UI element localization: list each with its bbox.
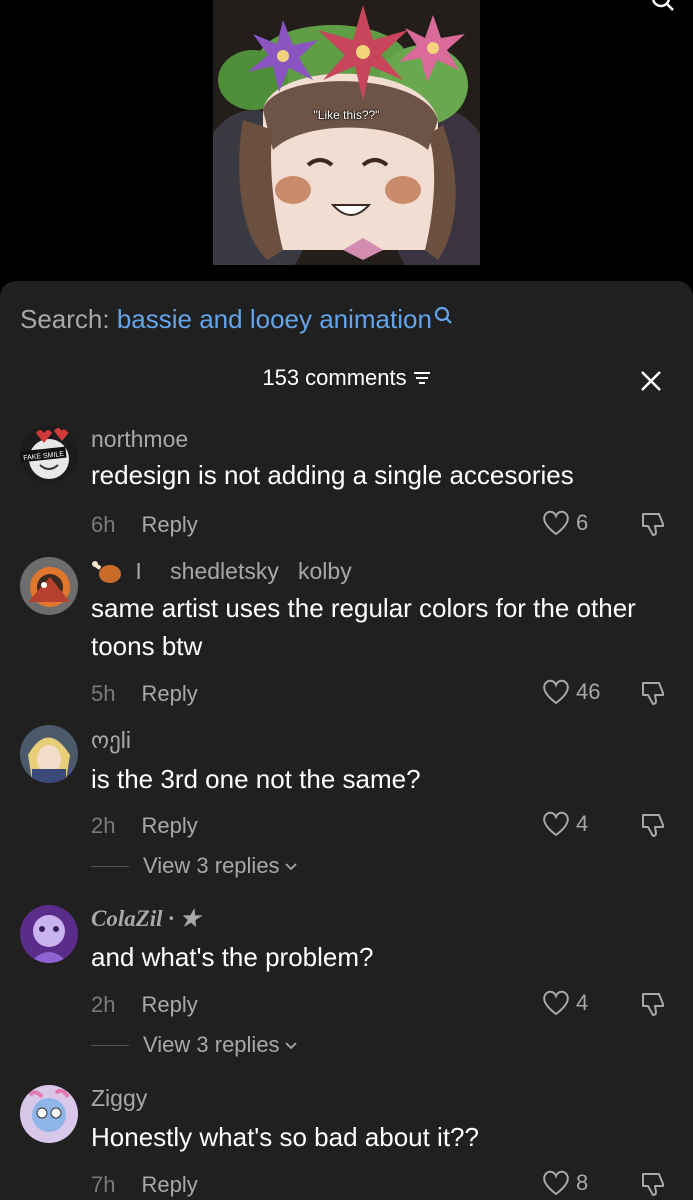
dislike-icon[interactable] xyxy=(640,511,666,537)
username-prefix: I xyxy=(135,558,142,584)
like-count: 6 xyxy=(576,510,589,535)
reply-button[interactable]: Reply xyxy=(141,992,197,1017)
dislike-icon[interactable] xyxy=(640,1171,666,1197)
comments-header: 153 comments xyxy=(0,365,693,391)
close-icon[interactable] xyxy=(639,369,663,393)
divider-line xyxy=(91,1044,129,1046)
comment-text: and what's the problem? xyxy=(91,942,374,972)
like-count: 8 xyxy=(576,1170,589,1195)
chevron-down-icon xyxy=(284,1042,297,1050)
like-count: 46 xyxy=(576,679,601,704)
search-suggestion[interactable]: Search: bassie and looey animation xyxy=(20,304,454,335)
like-count: 4 xyxy=(576,811,589,836)
heart-icon xyxy=(543,811,569,837)
avatar[interactable]: FAKE SMILE xyxy=(20,425,78,483)
comment-time: 5h xyxy=(91,681,116,706)
comment-username[interactable]: I shedletsky kolby xyxy=(91,558,352,586)
comment-text: redesign is not adding a single accesori… xyxy=(91,460,574,490)
avatar[interactable] xyxy=(20,725,78,783)
reply-button[interactable]: Reply xyxy=(141,512,197,537)
like-count: 4 xyxy=(576,990,589,1015)
view-replies-label: View 3 replies xyxy=(143,1032,280,1057)
search-term-link[interactable]: bassie and looey animation xyxy=(117,304,432,334)
video-caption: "Like this??" xyxy=(313,108,380,122)
heart-icon xyxy=(543,1170,569,1196)
like-button[interactable]: 6 xyxy=(542,510,588,536)
divider-line xyxy=(91,865,129,867)
chevron-down-icon xyxy=(284,863,297,871)
comments-count: 153 comments xyxy=(262,365,407,390)
comment-username[interactable]: Ziggy xyxy=(91,1085,147,1112)
reply-button[interactable]: Reply xyxy=(141,681,197,706)
avatar[interactable] xyxy=(20,1085,78,1143)
comment-time: 7h xyxy=(91,1172,116,1197)
heart-icon xyxy=(543,990,569,1016)
dislike-icon[interactable] xyxy=(640,812,666,838)
dislike-icon[interactable] xyxy=(640,991,666,1017)
view-replies-label: View 3 replies xyxy=(143,853,280,878)
comment-username[interactable]: northmoe xyxy=(91,426,188,453)
like-button[interactable]: 4 xyxy=(542,990,588,1016)
comment-time: 2h xyxy=(91,992,116,1017)
search-label: Search: xyxy=(20,304,110,334)
reply-button[interactable]: Reply xyxy=(141,1172,197,1197)
sort-icon[interactable] xyxy=(413,371,431,385)
view-replies-button[interactable]: View 3 replies xyxy=(91,853,298,879)
avatar[interactable] xyxy=(20,905,78,963)
search-icon xyxy=(434,306,452,324)
drumstick-icon xyxy=(92,560,121,583)
comment-username[interactable]: ოეli xyxy=(91,727,131,754)
like-button[interactable]: 4 xyxy=(542,811,588,837)
reply-button[interactable]: Reply xyxy=(141,813,197,838)
comment-text: Honestly what's so bad about it?? xyxy=(91,1122,479,1152)
comment-username[interactable]: ColaZil · ★ xyxy=(91,906,200,932)
video-area[interactable]: "Like this??" xyxy=(0,0,693,300)
avatar[interactable] xyxy=(20,557,78,615)
dislike-icon[interactable] xyxy=(640,680,666,706)
comment-text: is the 3rd one not the same? xyxy=(91,764,421,794)
search-icon-top[interactable] xyxy=(651,0,675,14)
video-artwork xyxy=(213,0,480,265)
comment-time: 6h xyxy=(91,512,116,537)
view-replies-button[interactable]: View 3 replies xyxy=(91,1032,298,1058)
username-text: shedletsky kolby xyxy=(170,558,352,584)
heart-icon xyxy=(543,510,569,536)
heart-icon xyxy=(543,679,569,705)
like-button[interactable]: 8 xyxy=(542,1170,588,1196)
like-button[interactable]: 46 xyxy=(542,679,600,705)
comment-time: 2h xyxy=(91,813,116,838)
comment-text: same artist uses the regular colors for … xyxy=(91,593,636,661)
video-thumbnail[interactable]: "Like this??" xyxy=(213,0,480,265)
comments-sheet: Search: bassie and looey animation 153 c… xyxy=(0,281,693,1200)
